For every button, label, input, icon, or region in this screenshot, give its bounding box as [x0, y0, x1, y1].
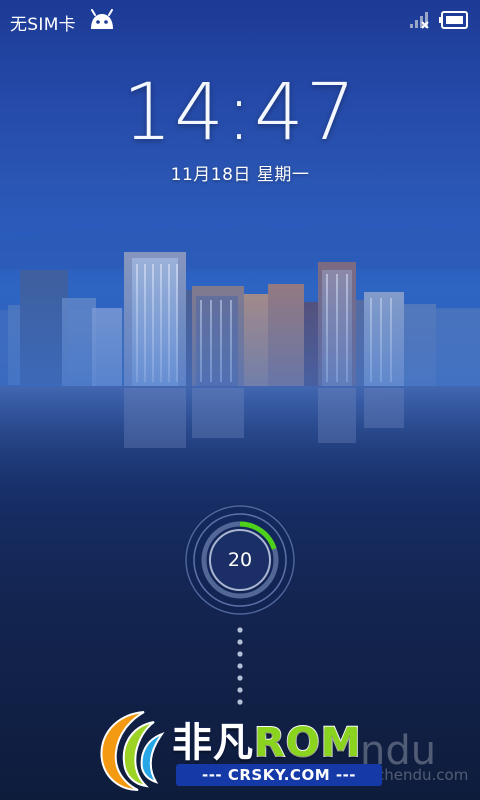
swipe-hint-dots	[237, 627, 243, 705]
lock-screen: 无SIM卡 14:47 11月18日 星期一 20 ndu chendu.com…	[0, 0, 480, 800]
android-icon	[91, 9, 113, 29]
unlock-counter: 20	[227, 549, 253, 571]
status-bar: 无SIM卡	[0, 0, 480, 40]
watermark-site: --- CRSKY.COM ---	[176, 764, 382, 786]
watermark-brand-zh: 非凡	[172, 720, 254, 767]
watermark-brand: 非凡ROM	[172, 710, 362, 768]
carrier-label: 无SIM卡	[10, 15, 76, 35]
signal-no-sim-icon	[410, 12, 429, 29]
crsky-logo-icon	[100, 711, 165, 791]
battery-icon	[439, 11, 468, 29]
lockscreen-clock: 14:47	[122, 68, 358, 158]
watermark-brand-en: ROM	[253, 719, 362, 767]
lockscreen-date: 11月18日 星期一	[170, 165, 310, 185]
watermark-ghost-site: chendu.com	[376, 766, 469, 784]
city-skyline-wallpaper	[0, 222, 480, 496]
